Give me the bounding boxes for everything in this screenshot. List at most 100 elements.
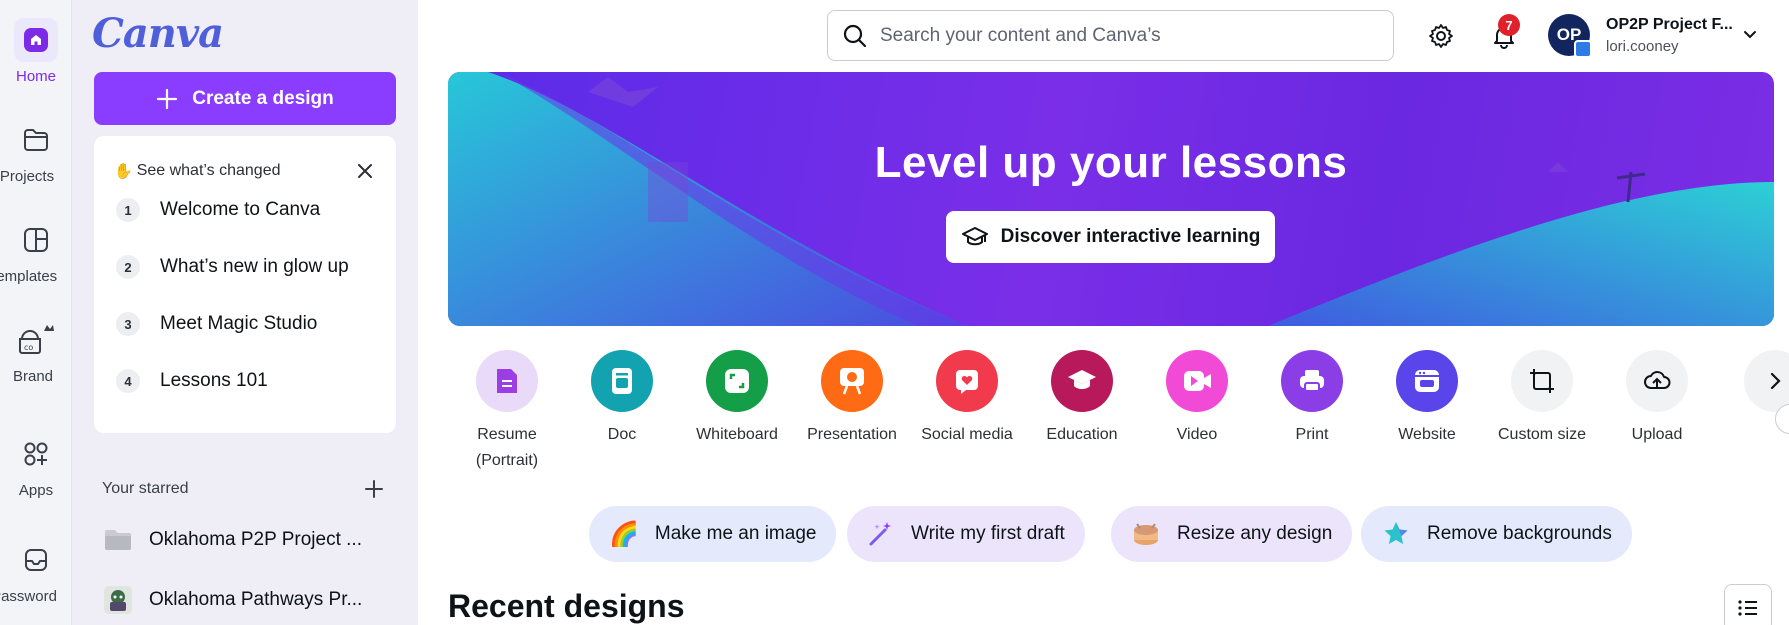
folder-icon bbox=[105, 530, 131, 550]
shortcut-label: Whiteboard bbox=[696, 426, 778, 443]
rail-item-password[interactable]: Password bbox=[0, 538, 72, 605]
step-label: What’s new in glow up bbox=[160, 256, 349, 277]
pill-label: Write my first draft bbox=[911, 523, 1065, 544]
svg-text:co: co bbox=[24, 343, 33, 352]
social-media-icon bbox=[936, 350, 998, 412]
starred-item[interactable]: Oklahoma Pathways Pr... bbox=[103, 585, 362, 615]
rail-item-brand[interactable]: co Brand bbox=[0, 318, 72, 385]
search-input[interactable] bbox=[880, 24, 1360, 47]
whats-changed-step[interactable]: 4 Lessons 101 bbox=[116, 369, 268, 393]
shortcut-social-media[interactable]: Social media bbox=[909, 350, 1025, 448]
shortcut-label: Social media bbox=[921, 426, 1013, 443]
remove-backgrounds-pill[interactable]: Remove backgrounds bbox=[1361, 506, 1632, 562]
starred-title: Your starred bbox=[102, 480, 189, 497]
whats-changed-card: ✋ See what’s changed 1 Welcome to Canva … bbox=[94, 136, 396, 433]
whiteboard-icon bbox=[706, 350, 768, 412]
canva-home: Home Projects Templates co Brand Apps bbox=[0, 0, 1789, 625]
hero-title: Level up your lessons bbox=[874, 138, 1348, 187]
whats-changed-step[interactable]: 3 Meet Magic Studio bbox=[116, 312, 317, 336]
education-icon bbox=[1051, 350, 1113, 412]
list-view-button[interactable] bbox=[1724, 584, 1772, 625]
rail-label: Home bbox=[15, 68, 56, 85]
discover-learning-button[interactable]: Discover interactive learning bbox=[946, 211, 1275, 263]
whats-changed-header: ✋ See what’s changed bbox=[114, 162, 281, 180]
step-number: 3 bbox=[116, 312, 140, 336]
rail-item-apps[interactable]: Apps bbox=[0, 432, 72, 499]
resize-icon bbox=[1134, 523, 1158, 545]
shortcut-presentation[interactable]: Presentation bbox=[794, 350, 910, 448]
shortcut-label: Presentation bbox=[807, 426, 897, 443]
step-label: Meet Magic Studio bbox=[160, 313, 318, 334]
shortcut-label: Upload bbox=[1631, 426, 1683, 443]
shortcut-label: Print bbox=[1295, 426, 1329, 443]
shortcut-whiteboard[interactable]: Whiteboard bbox=[679, 350, 795, 448]
apps-icon bbox=[14, 432, 58, 476]
rail-label: Templates bbox=[0, 268, 58, 285]
chevron-down-icon[interactable] bbox=[1742, 26, 1758, 42]
shortcut-print[interactable]: Print bbox=[1254, 350, 1370, 448]
video-icon bbox=[1166, 350, 1228, 412]
upload-icon bbox=[1626, 350, 1688, 412]
shortcut-website[interactable]: Website bbox=[1369, 350, 1485, 448]
write-draft-pill[interactable]: Write my first draft bbox=[847, 506, 1085, 562]
shortcut-label: Doc bbox=[607, 426, 637, 443]
rail-item-templates[interactable]: Templates bbox=[0, 218, 72, 285]
rail-item-projects[interactable]: Projects bbox=[0, 118, 72, 185]
rainbow-icon: 🌈 bbox=[609, 520, 639, 548]
starred-item[interactable]: Oklahoma P2P Project ... bbox=[103, 528, 362, 552]
rail-label: Projects bbox=[0, 168, 55, 185]
add-starred-icon[interactable] bbox=[363, 478, 385, 500]
recent-designs-title: Recent designs bbox=[448, 588, 685, 624]
pill-label: Make me an image bbox=[654, 523, 817, 544]
search-icon bbox=[843, 24, 867, 47]
rail-label: Apps bbox=[18, 482, 54, 499]
website-icon bbox=[1396, 350, 1458, 412]
account-username: lori.cooney bbox=[1606, 38, 1679, 55]
waving-hand-icon: ✋ bbox=[114, 163, 133, 180]
create-design-label: Create a design bbox=[192, 87, 334, 109]
resize-design-pill[interactable]: Resize any design bbox=[1111, 506, 1353, 562]
graduation-cap-icon bbox=[961, 227, 988, 246]
step-label: Welcome to Canva bbox=[160, 199, 321, 220]
account-name[interactable]: OP2P Project F... bbox=[1606, 16, 1733, 34]
rail-label: Brand bbox=[12, 368, 54, 385]
rail-item-home[interactable]: Home bbox=[0, 18, 72, 85]
shortcut-education[interactable]: Education bbox=[1024, 350, 1140, 448]
rail-label: Password bbox=[0, 588, 57, 605]
step-label: Lessons 101 bbox=[160, 370, 268, 391]
shortcut-label: Custom size bbox=[1497, 426, 1587, 443]
shortcut-more[interactable]: Mo bbox=[1744, 350, 1789, 412]
make-image-pill[interactable]: 🌈 Make me an image bbox=[589, 506, 837, 562]
search-bar[interactable] bbox=[827, 10, 1394, 61]
whats-changed-step[interactable]: 2 What’s new in glow up bbox=[116, 255, 349, 279]
step-number: 2 bbox=[116, 255, 140, 279]
shortcut-doc[interactable]: Doc bbox=[564, 350, 680, 448]
presentation-icon bbox=[821, 350, 883, 412]
shortcut-upload[interactable]: Upload bbox=[1599, 350, 1715, 448]
gear-icon bbox=[1429, 24, 1453, 48]
starred-item-label: Oklahoma Pathways Pr... bbox=[149, 589, 363, 610]
folder-icon bbox=[14, 118, 58, 162]
hero-background bbox=[448, 72, 1774, 326]
left-rail: Home Projects Templates co Brand Apps bbox=[0, 0, 72, 625]
starred-item-label: Oklahoma P2P Project ... bbox=[149, 529, 362, 550]
resume-icon bbox=[476, 350, 538, 412]
canva-logo[interactable]: Canva bbox=[92, 10, 224, 57]
pill-label: Resize any design bbox=[1177, 523, 1333, 544]
shortcut-label: Website bbox=[1398, 426, 1456, 443]
shortcut-label: Resume (Portrait) bbox=[475, 426, 539, 469]
shortcut-custom-size[interactable]: Custom size bbox=[1484, 350, 1600, 448]
whats-changed-title: See what’s changed bbox=[136, 162, 281, 179]
shortcut-video[interactable]: Video bbox=[1139, 350, 1255, 448]
notification-badge: 7 bbox=[1498, 14, 1520, 36]
pill-label: Remove backgrounds bbox=[1427, 523, 1612, 544]
discover-learning-label: Discover interactive learning bbox=[1000, 226, 1261, 247]
shortcut-resume[interactable]: Resume (Portrait) bbox=[449, 350, 565, 474]
settings-button[interactable] bbox=[1421, 16, 1461, 56]
shortcut-label: Education bbox=[1046, 426, 1118, 443]
chevron-right-icon bbox=[1770, 372, 1781, 390]
design-thumbnail-icon bbox=[104, 586, 132, 614]
create-design-button[interactable]: Create a design bbox=[94, 72, 396, 125]
whats-changed-step[interactable]: 1 Welcome to Canva bbox=[116, 198, 320, 222]
close-icon[interactable] bbox=[354, 160, 376, 182]
